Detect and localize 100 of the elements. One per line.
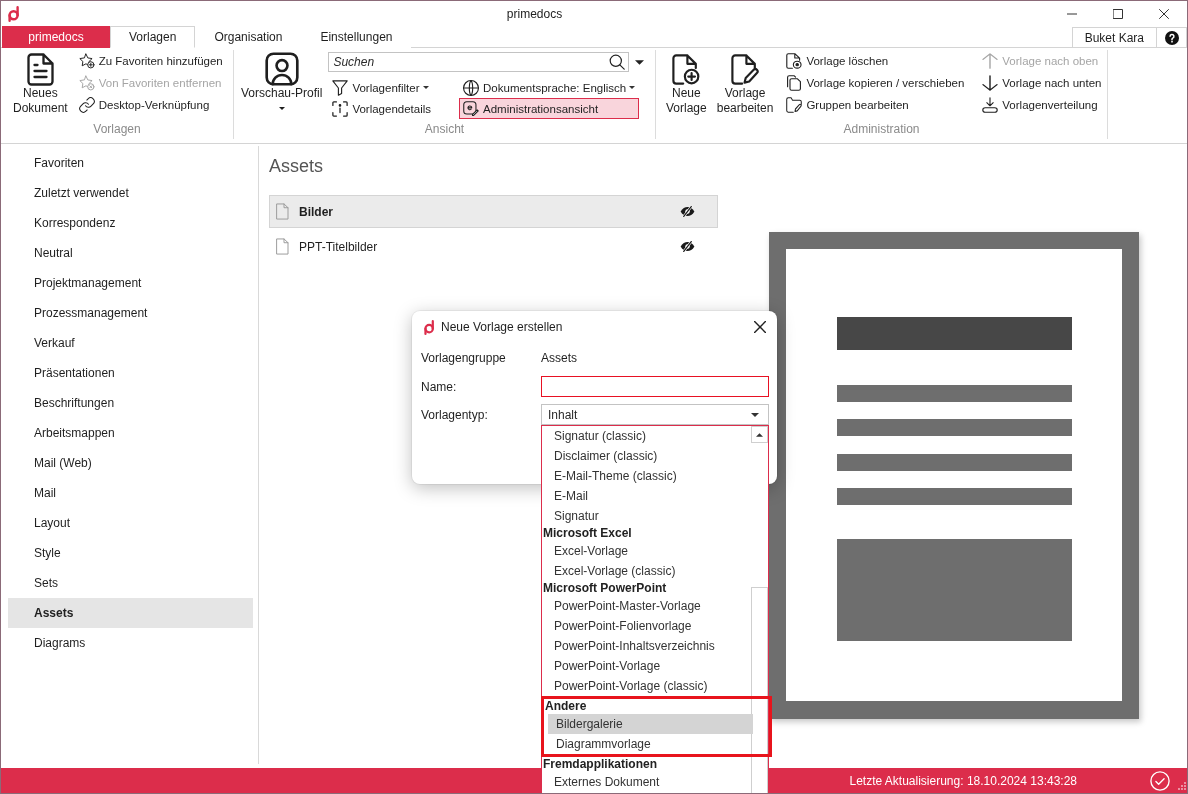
sidebar-item[interactable]: Layout (8, 508, 253, 538)
link-icon (78, 97, 95, 113)
dropdown-option[interactable]: Bildergalerie (548, 714, 753, 734)
delete-template-button[interactable]: Vorlage löschen (782, 50, 969, 72)
eye-slash-icon[interactable] (680, 241, 695, 252)
asset-row[interactable]: Bilder (269, 195, 718, 228)
maximize-icon (1113, 8, 1123, 19)
sidebar-item[interactable]: Mail (Web) (8, 448, 253, 478)
sidebar-item[interactable]: Prozessmanagement (8, 298, 253, 328)
sidebar-item[interactable]: Korrespondenz (8, 208, 253, 238)
select-field[interactable]: Inhalt (541, 404, 769, 425)
download-tray-icon (982, 97, 999, 113)
copy-icon (786, 75, 803, 91)
sidebar-item[interactable]: Projektmanagement (8, 268, 253, 298)
field-label: Name: (421, 379, 457, 394)
move-down-button[interactable]: Vorlage nach unten (978, 72, 1106, 94)
dialog-title: Neue Vorlage erstellen (441, 320, 564, 334)
sidebar-item[interactable]: Verkauf (8, 328, 253, 358)
sidebar-item[interactable]: Style (8, 538, 253, 568)
dropdown-option[interactable]: Excel-Vorlage (classic) (546, 561, 752, 581)
field-label: Vorlagengruppe (421, 351, 506, 365)
logo-icon (424, 319, 435, 335)
funnel-icon (332, 79, 349, 96)
dropdown-option[interactable]: PowerPoint-Folienvorlage (546, 616, 752, 636)
ribbon-tab[interactable]: Vorlagen (110, 26, 196, 48)
minimize-icon (1067, 12, 1077, 15)
sidebar-item[interactable]: Mail (8, 478, 253, 508)
dropdown-option[interactable]: PowerPoint-Vorlage (546, 656, 752, 676)
document-plus-icon (672, 53, 701, 85)
dropdown-option[interactable]: Externes Dokument (546, 772, 752, 792)
info-icon (332, 100, 349, 117)
group-label: Administration (843, 121, 920, 138)
search-icon[interactable] (609, 54, 626, 70)
admin-view-toggle[interactable]: Administrationsansicht (459, 98, 640, 119)
close-icon (1159, 8, 1169, 19)
group-label: Vorlagen (93, 121, 141, 138)
sidebar-item[interactable]: Diagrams (8, 628, 253, 658)
dropdown-option[interactable]: PowerPoint-Master-Vorlage (546, 596, 752, 616)
edit-template-button[interactable]: Vorlage bearbeiten (715, 50, 775, 116)
scrollbar-thumb[interactable] (751, 587, 768, 793)
sidebar-item[interactable]: Sets (8, 568, 253, 598)
sidebar-item[interactable]: Zuletzt verwendet (8, 178, 253, 208)
sidebar-item[interactable]: Präsentationen (8, 358, 253, 388)
sidebar-item[interactable]: Arbeitsmappen (8, 418, 253, 448)
option-group-header: Microsoft PowerPoint (542, 581, 667, 596)
user-square-icon (264, 52, 299, 86)
document-pencil-icon (731, 53, 760, 85)
template-details-button[interactable]: Vorlagendetails (328, 98, 436, 119)
window-title: primedocs (506, 6, 563, 21)
user-account-tab[interactable]: Buket Kara (1071, 27, 1157, 47)
template-distribution-button[interactable]: Vorlagenverteilung (978, 94, 1106, 116)
template-filter-button[interactable]: Vorlagenfilter (328, 77, 436, 98)
new-template-button[interactable]: Neue Vorlage (665, 50, 708, 116)
sidebar-item[interactable]: Beschriftungen (8, 388, 253, 418)
asset-row[interactable]: PPT-Titelbilder (269, 230, 718, 263)
dropdown-option[interactable]: Signatur (classic) (546, 426, 752, 446)
help-icon (1164, 30, 1179, 45)
dropdown-option[interactable]: PowerPoint-Inhaltsverzeichnis (546, 636, 752, 656)
scroll-up-button[interactable] (751, 426, 768, 443)
document-icon (276, 203, 289, 220)
help-button[interactable] (1157, 27, 1187, 47)
desktop-shortcut-button[interactable]: Desktop-Verknüpfung (74, 94, 227, 116)
dropdown-option[interactable]: E-Mail-Theme (classic) (546, 466, 752, 486)
option-group-header: Andere (544, 699, 587, 714)
dropdown-option[interactable]: Excel-Vorlage (546, 541, 752, 561)
add-favorite-button[interactable]: Zu Favoriten hinzufügen (74, 50, 227, 72)
dropdown-option[interactable]: E-Mail (546, 486, 752, 506)
dropdown-option[interactable]: Diagrammvorlage (548, 734, 753, 754)
field-label: Vorlagentyp: (421, 407, 488, 422)
edit-groups-button[interactable]: Gruppen bearbeiten (782, 94, 969, 116)
search-field[interactable]: Suchen (328, 52, 630, 72)
sidebar-item[interactable]: Assets (8, 598, 253, 628)
logo-icon (8, 5, 20, 22)
new-document-button[interactable]: Neues Dokument (12, 50, 69, 116)
close-icon (754, 321, 766, 333)
sidebar-item[interactable]: Neutral (8, 238, 253, 268)
check-circle-icon (1150, 770, 1170, 791)
star-x-icon (78, 75, 95, 91)
caret-down-icon (634, 59, 644, 65)
option-group-header: Fremdapplikationen (542, 757, 658, 772)
app-menu-tab[interactable]: primedocs (2, 26, 110, 48)
copy-move-template-button[interactable]: Vorlage kopieren / verschieben (782, 72, 969, 94)
page-title: Assets (269, 155, 324, 178)
preview-profile-button[interactable]: Vorschau-Profil (240, 50, 324, 110)
eye-slash-icon[interactable] (680, 206, 695, 217)
sidebar-item[interactable]: Favoriten (8, 148, 253, 178)
pencil-square-icon (463, 100, 480, 117)
close-button[interactable] (752, 319, 768, 335)
group-label: Ansicht (424, 121, 465, 138)
dropdown-option[interactable]: PowerPoint-Vorlage (classic) (546, 676, 752, 696)
document-language-button[interactable]: Dokumentsprache: Englisch (459, 77, 640, 98)
dropdown-option[interactable]: Signatur (546, 506, 752, 526)
document-lines-icon (26, 52, 54, 86)
document-icon (276, 238, 289, 255)
caret-down-icon (751, 412, 759, 417)
dropdown-option[interactable]: Disclaimer (classic) (546, 446, 752, 466)
name-field[interactable] (541, 376, 769, 397)
caret-up-icon (756, 432, 763, 437)
folder-pencil-icon (786, 97, 803, 113)
resize-grip-icon[interactable] (1177, 781, 1186, 791)
